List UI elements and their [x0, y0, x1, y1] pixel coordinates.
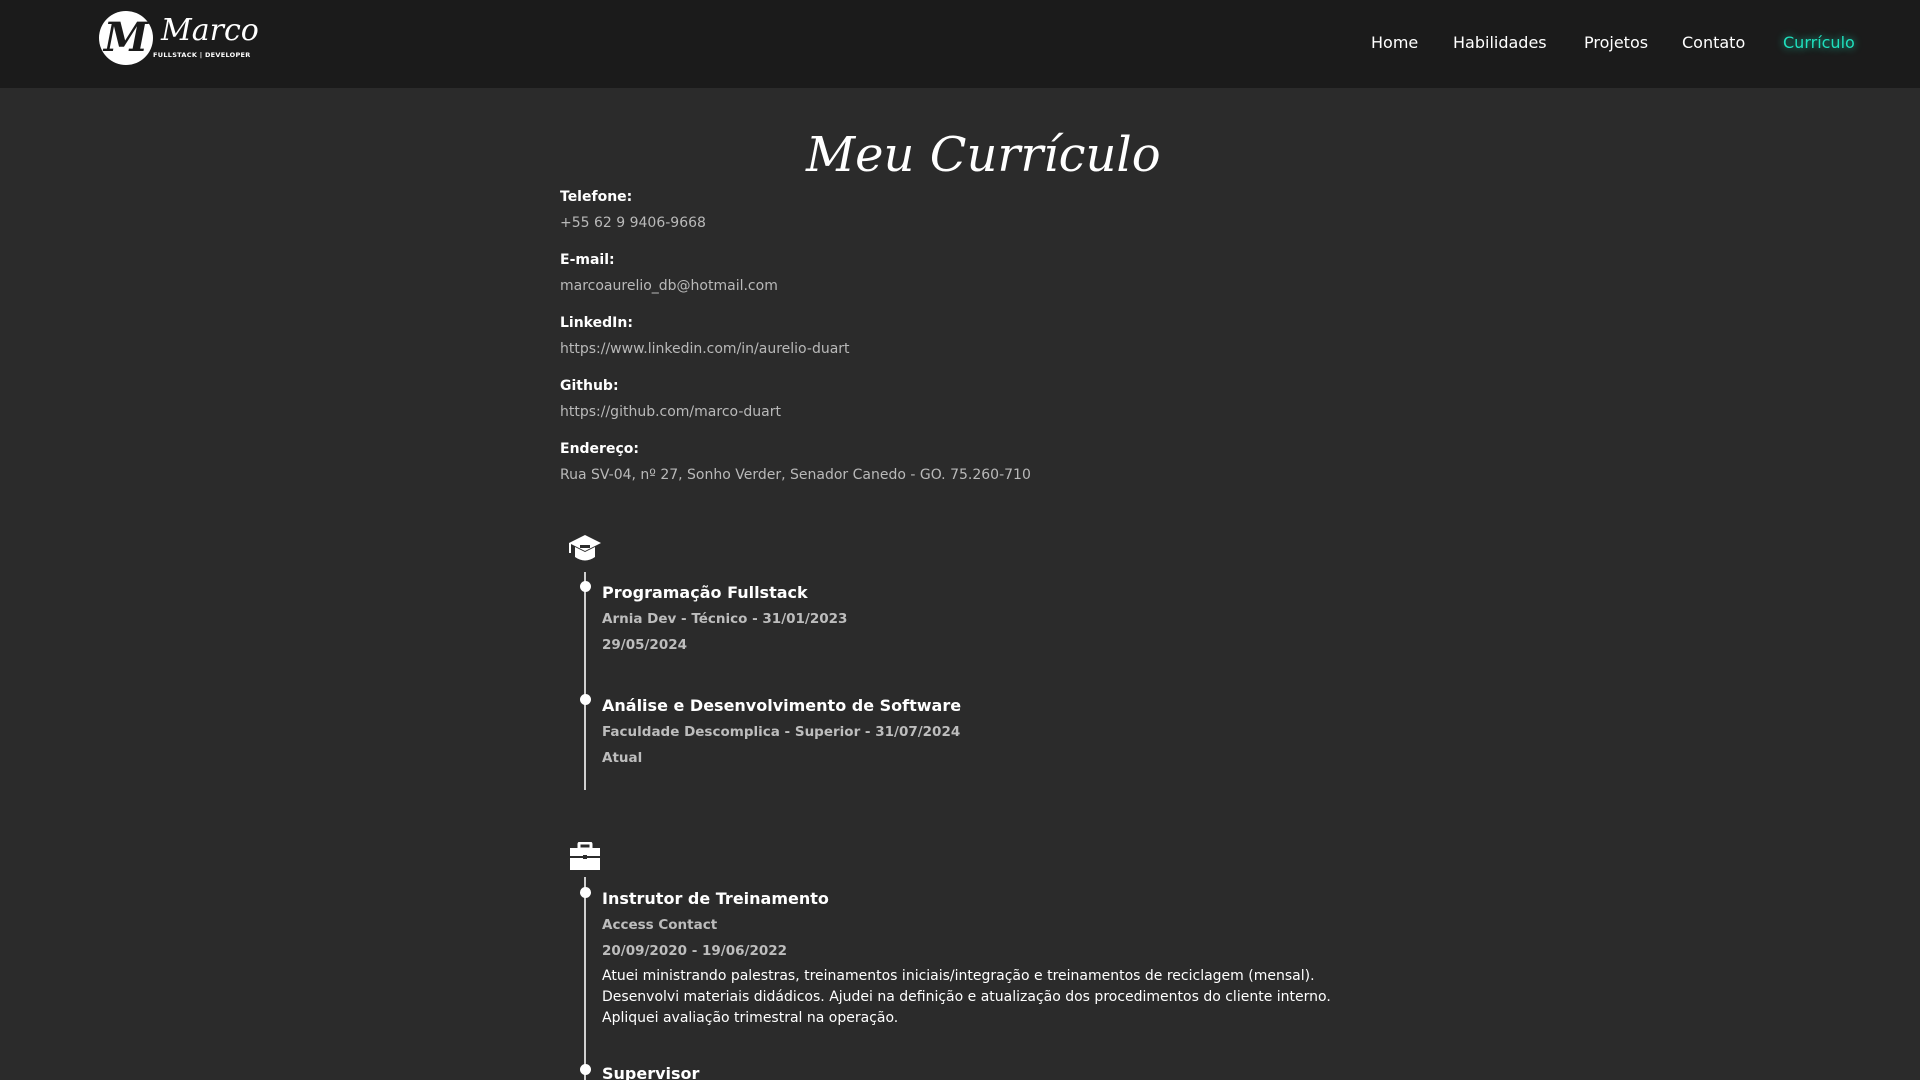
entry-date: 29/05/2024 — [602, 637, 688, 653]
entry-title: Programação Fullstack — [602, 583, 808, 602]
briefcase-icon — [568, 841, 602, 876]
contact-email: E-mail: marcoaurelio_db@hotmail.com — [560, 250, 778, 296]
info-value: https://github.com/marco-duart — [560, 404, 781, 420]
contact-linkedin: LinkedIn: https://www.linkedin.com/in/au… — [560, 313, 850, 359]
nav-projetos[interactable]: Projetos — [1584, 31, 1648, 55]
contact-github: Github: https://github.com/marco-duart — [560, 376, 781, 422]
info-value: marcoaurelio_db@hotmail.com — [560, 278, 778, 294]
education-timeline-line — [584, 572, 586, 790]
info-label: Endereço: — [560, 441, 639, 457]
logo-monogram: M — [99, 11, 153, 65]
timeline-dot — [580, 887, 591, 898]
info-label: Github: — [560, 378, 619, 394]
contact-phone: Telefone: +55 62 9 9406-9668 — [560, 187, 706, 233]
page-title: Meu Currículo — [806, 127, 1161, 183]
experience-timeline-line — [584, 877, 586, 1080]
entry-date: 20/09/2020 - 19/06/2022 — [602, 943, 788, 959]
top-navbar: M Marco FULLSTACK | DEVELOPER Home Habil… — [0, 0, 1920, 88]
entry-title: Instrutor de Treinamento — [602, 889, 829, 908]
info-label: E-mail: — [560, 252, 615, 268]
experience-entry: Supervisor — [602, 1063, 1362, 1080]
site-logo[interactable]: M Marco FULLSTACK | DEVELOPER — [99, 11, 259, 67]
info-value: +55 62 9 9406-9668 — [560, 215, 706, 231]
nav-curriculo[interactable]: Currículo — [1783, 31, 1855, 55]
logo-name: Marco — [161, 13, 259, 48]
entry-title: Análise e Desenvolvimento de Software — [602, 696, 962, 715]
info-label: Telefone: — [560, 189, 633, 205]
info-label: LinkedIn: — [560, 315, 633, 331]
timeline-dot — [580, 1064, 591, 1075]
timeline-dot — [580, 581, 591, 592]
nav-home[interactable]: Home — [1371, 31, 1418, 55]
contact-address: Endereço: Rua SV-04, nº 27, Sonho Verder… — [560, 439, 1031, 485]
entry-description: Atuei ministrando palestras, treinamento… — [602, 968, 1331, 1026]
experience-entry: Instrutor de Treinamento Access Contact … — [602, 888, 1362, 1029]
education-entry: Programação Fullstack Arnia Dev - Técnic… — [602, 582, 1362, 655]
timeline-dot — [580, 694, 591, 705]
nav-habilidades[interactable]: Habilidades — [1453, 31, 1547, 55]
entry-subtitle: Arnia Dev - Técnico - 31/01/2023 — [602, 611, 848, 627]
entry-subtitle: Faculdade Descomplica - Superior - 31/07… — [602, 724, 961, 740]
nav-contato[interactable]: Contato — [1682, 31, 1745, 55]
entry-subtitle: Access Contact — [602, 917, 718, 933]
entry-title: Supervisor — [602, 1064, 700, 1080]
graduation-cap-icon — [568, 533, 602, 571]
education-entry: Análise e Desenvolvimento de Software Fa… — [602, 695, 1362, 768]
entry-date: Atual — [602, 750, 643, 766]
info-value: https://www.linkedin.com/in/aurelio-duar… — [560, 341, 850, 357]
logo-subtitle: FULLSTACK | DEVELOPER — [153, 51, 251, 59]
info-value: Rua SV-04, nº 27, Sonho Verder, Senador … — [560, 467, 1031, 483]
